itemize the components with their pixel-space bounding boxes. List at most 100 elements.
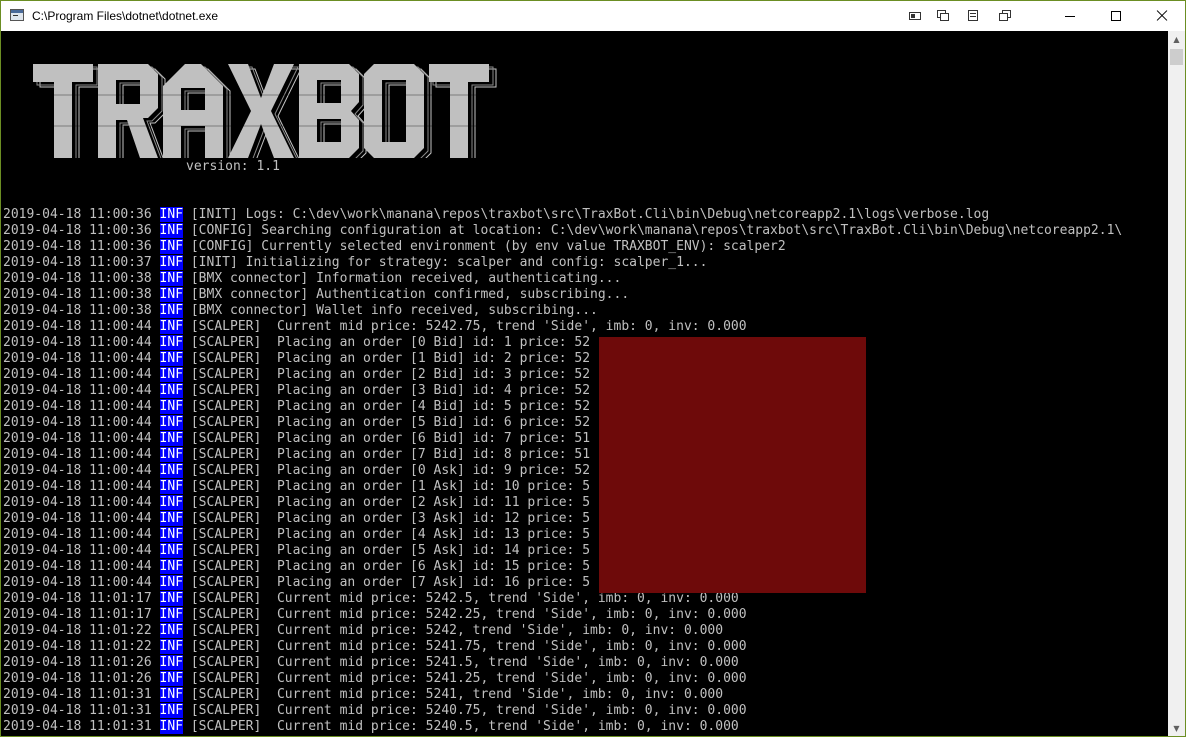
log-message: [SCALPER] Current mid price: 5241.5, tre… xyxy=(190,655,739,670)
console-output[interactable]: version: 1.1 2019-04-18 11:00:36 INF [IN… xyxy=(1,31,1168,736)
traxbot-ascii-logo xyxy=(33,64,503,158)
log-message: [CONFIG] Currently selected environment … xyxy=(190,239,786,254)
log-message: [BMX connector] Information received, au… xyxy=(190,271,622,286)
log-output: 2019-04-18 11:00:36 INF [INIT] Logs: C:\… xyxy=(3,207,1122,735)
scroll-down-arrow-icon[interactable]: ▼ xyxy=(1168,720,1185,736)
log-level-badge: INF xyxy=(159,383,184,398)
minimize-icon xyxy=(1065,15,1075,17)
minimize-button[interactable] xyxy=(1047,1,1093,31)
log-timestamp: 2019-04-18 11:01:22 xyxy=(3,639,152,654)
log-message: [SCALPER] Placing an order [7 Bid] id: 8… xyxy=(190,447,591,462)
maximize-icon xyxy=(1111,11,1121,21)
log-timestamp: 2019-04-18 11:00:44 xyxy=(3,399,152,414)
log-timestamp: 2019-04-18 11:00:38 xyxy=(3,303,152,318)
log-message: [SCALPER] Current mid price: 5242.5, tre… xyxy=(190,591,739,606)
log-line: 2019-04-18 11:00:44 INF [SCALPER] Placin… xyxy=(3,463,1122,479)
log-level-badge: INF xyxy=(159,479,184,494)
log-timestamp: 2019-04-18 11:01:17 xyxy=(3,591,152,606)
log-level-badge: INF xyxy=(159,223,184,238)
log-timestamp: 2019-04-18 11:00:44 xyxy=(3,383,152,398)
log-line: 2019-04-18 11:00:44 INF [SCALPER] Placin… xyxy=(3,479,1122,495)
log-line: 2019-04-18 11:00:44 INF [SCALPER] Placin… xyxy=(3,383,1122,399)
log-level-badge: INF xyxy=(159,431,184,446)
log-line: 2019-04-18 11:00:36 INF [CONFIG] Searchi… xyxy=(3,223,1122,239)
log-level-badge: INF xyxy=(159,687,184,702)
log-line: 2019-04-18 11:01:31 INF [SCALPER] Curren… xyxy=(3,703,1122,719)
log-timestamp: 2019-04-18 11:01:17 xyxy=(3,607,152,622)
log-level-badge: INF xyxy=(159,367,184,382)
log-message: [SCALPER] Placing an order [7 Ask] id: 1… xyxy=(190,575,591,590)
restore-windows-icon[interactable] xyxy=(999,10,1011,21)
log-line: 2019-04-18 11:00:36 INF [CONFIG] Current… xyxy=(3,239,1122,255)
log-timestamp: 2019-04-18 11:00:44 xyxy=(3,319,152,334)
console-app-icon[interactable] xyxy=(10,9,24,21)
log-level-badge: INF xyxy=(159,399,184,414)
scrollbar-thumb[interactable] xyxy=(1170,49,1183,65)
log-line: 2019-04-18 11:01:17 INF [SCALPER] Curren… xyxy=(3,591,1122,607)
log-message: [SCALPER] Placing an order [4 Ask] id: 1… xyxy=(190,527,591,542)
title-bar[interactable]: C:\Program Files\dotnet\dotnet.exe xyxy=(1,1,1185,31)
log-timestamp: 2019-04-18 11:00:44 xyxy=(3,495,152,510)
log-timestamp: 2019-04-18 11:00:36 xyxy=(3,239,152,254)
log-message: [SCALPER] Current mid price: 5242, trend… xyxy=(190,623,724,638)
log-level-badge: INF xyxy=(159,703,184,718)
maximize-button[interactable] xyxy=(1093,1,1139,31)
log-message: [SCALPER] Placing an order [6 Bid] id: 7… xyxy=(190,431,591,446)
log-line: 2019-04-18 11:01:26 INF [SCALPER] Curren… xyxy=(3,655,1122,671)
tiled-window-icon[interactable] xyxy=(909,10,921,21)
windows-icon[interactable] xyxy=(937,10,949,21)
log-timestamp: 2019-04-18 11:00:44 xyxy=(3,335,152,350)
log-message: [SCALPER] Placing an order [4 Bid] id: 5… xyxy=(190,399,591,414)
close-icon xyxy=(1156,10,1168,22)
log-timestamp: 2019-04-18 11:01:26 xyxy=(3,671,152,686)
log-timestamp: 2019-04-18 11:01:31 xyxy=(3,687,152,702)
log-line: 2019-04-18 11:01:22 INF [SCALPER] Curren… xyxy=(3,623,1122,639)
log-level-badge: INF xyxy=(159,319,184,334)
log-line: 2019-04-18 11:01:22 INF [SCALPER] Curren… xyxy=(3,639,1122,655)
close-button[interactable] xyxy=(1139,1,1185,31)
log-timestamp: 2019-04-18 11:00:38 xyxy=(3,287,152,302)
log-message: [SCALPER] Placing an order [0 Ask] id: 9… xyxy=(190,463,591,478)
log-message: [SCALPER] Placing an order [2 Ask] id: 1… xyxy=(190,495,591,510)
log-timestamp: 2019-04-18 11:00:38 xyxy=(3,271,152,286)
log-level-badge: INF xyxy=(159,351,184,366)
log-line: 2019-04-18 11:00:44 INF [SCALPER] Placin… xyxy=(3,431,1122,447)
log-message: [INIT] Initializing for strategy: scalpe… xyxy=(190,255,708,270)
log-level-badge: INF xyxy=(159,671,184,686)
log-line: 2019-04-18 11:00:44 INF [SCALPER] Placin… xyxy=(3,495,1122,511)
log-timestamp: 2019-04-18 11:01:22 xyxy=(3,623,152,638)
log-message: [SCALPER] Placing an order [1 Bid] id: 2… xyxy=(190,351,591,366)
log-message: [SCALPER] Placing an order [0 Bid] id: 1… xyxy=(190,335,591,350)
log-message: [CONFIG] Searching configuration at loca… xyxy=(190,223,1123,238)
log-line: 2019-04-18 11:00:44 INF [SCALPER] Placin… xyxy=(3,335,1122,351)
redaction-box xyxy=(599,337,866,593)
log-timestamp: 2019-04-18 11:00:37 xyxy=(3,255,152,270)
log-line: 2019-04-18 11:00:38 INF [BMX connector] … xyxy=(3,303,1122,319)
log-message: [SCALPER] Current mid price: 5241.75, tr… xyxy=(190,639,747,654)
log-line: 2019-04-18 11:00:44 INF [SCALPER] Placin… xyxy=(3,575,1122,591)
log-line: 2019-04-18 11:00:38 INF [BMX connector] … xyxy=(3,287,1122,303)
log-line: 2019-04-18 11:00:37 INF [INIT] Initializ… xyxy=(3,255,1122,271)
log-level-badge: INF xyxy=(159,575,184,590)
log-level-badge: INF xyxy=(159,527,184,542)
log-line: 2019-04-18 11:01:26 INF [SCALPER] Curren… xyxy=(3,671,1122,687)
log-line: 2019-04-18 11:00:44 INF [SCALPER] Placin… xyxy=(3,367,1122,383)
console-window: C:\Program Files\dotnet\dotnet.exe versi… xyxy=(0,0,1186,737)
log-timestamp: 2019-04-18 11:00:44 xyxy=(3,431,152,446)
menu-icon[interactable] xyxy=(967,10,979,21)
log-line: 2019-04-18 11:00:36 INF [INIT] Logs: C:\… xyxy=(3,207,1122,223)
log-line: 2019-04-18 11:00:44 INF [SCALPER] Placin… xyxy=(3,415,1122,431)
log-timestamp: 2019-04-18 11:00:36 xyxy=(3,223,152,238)
log-message: [SCALPER] Current mid price: 5240.75, tr… xyxy=(190,703,747,718)
log-message: [SCALPER] Current mid price: 5240.5, tre… xyxy=(190,719,739,734)
log-timestamp: 2019-04-18 11:00:44 xyxy=(3,527,152,542)
log-level-badge: INF xyxy=(159,303,184,318)
log-message: [SCALPER] Current mid price: 5242.25, tr… xyxy=(190,607,747,622)
log-timestamp: 2019-04-18 11:01:26 xyxy=(3,655,152,670)
scroll-up-arrow-icon[interactable]: ▲ xyxy=(1168,31,1185,48)
log-message: [SCALPER] Placing an order [5 Bid] id: 6… xyxy=(190,415,591,430)
log-timestamp: 2019-04-18 11:00:44 xyxy=(3,447,152,462)
log-level-badge: INF xyxy=(159,511,184,526)
log-line: 2019-04-18 11:00:44 INF [SCALPER] Curren… xyxy=(3,319,1122,335)
vertical-scrollbar[interactable]: ▲ ▼ xyxy=(1168,31,1185,736)
